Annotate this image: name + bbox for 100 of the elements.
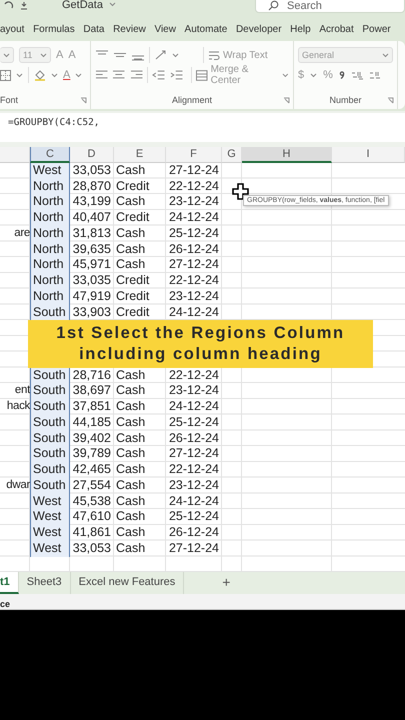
cell: South xyxy=(30,462,70,478)
ribbon-tab[interactable]: Data xyxy=(83,22,104,38)
cell-text: Credit xyxy=(115,210,150,226)
cell-text: Cash xyxy=(115,257,146,273)
cell-text: 22-12-24 xyxy=(168,178,220,194)
ribbon-tab[interactable]: Power xyxy=(362,22,391,38)
caret-icon[interactable] xyxy=(108,2,116,7)
ribbon-tab[interactable]: View xyxy=(154,22,176,38)
ribbon-tab[interactable]: Developer xyxy=(236,22,282,38)
cell-text: Credit xyxy=(115,178,150,194)
cell-text: 33,053 xyxy=(72,162,112,178)
cell: North xyxy=(30,178,70,194)
cell-text: 27-12-24 xyxy=(168,540,220,556)
cell-text: 37,851 xyxy=(72,399,112,415)
cell-text: ent xyxy=(14,383,30,398)
cell-text: 38,697 xyxy=(72,383,112,399)
cell-text: Cash xyxy=(115,368,146,384)
cell-text: hack xyxy=(6,399,30,414)
column-header[interactable]: D xyxy=(70,147,114,163)
cell-text: Cash xyxy=(115,242,146,258)
cell-text: 28,870 xyxy=(72,178,112,194)
merge-icon xyxy=(196,70,208,80)
cell-text: dwar xyxy=(5,478,30,493)
cell-text: 23-12-24 xyxy=(168,194,220,210)
cell-text: Cash xyxy=(115,525,146,541)
cell-text: 24-12-24 xyxy=(168,210,220,226)
column-header[interactable]: I xyxy=(332,147,405,163)
column-header[interactable]: G xyxy=(222,147,242,163)
cell-text: 42,465 xyxy=(72,462,112,478)
cell-text: Cash xyxy=(115,226,146,242)
cell: South xyxy=(30,304,70,320)
cell-text: Cash xyxy=(115,162,146,178)
cell-text: 41,861 xyxy=(72,525,112,541)
cell-text: 27-12-24 xyxy=(168,162,220,178)
cell-text: are xyxy=(13,226,30,241)
cell: West xyxy=(30,509,70,525)
ribbon-tab[interactable]: Help xyxy=(290,22,311,38)
group-label: Alignment xyxy=(172,95,212,105)
cell: South xyxy=(30,414,70,430)
cell-text: Cash xyxy=(115,430,146,446)
cell-text: 39,402 xyxy=(72,430,112,446)
cell-cursor-icon xyxy=(232,183,249,200)
cell-text: 33,903 xyxy=(72,304,112,320)
cell-text: 24-12-24 xyxy=(168,399,220,415)
formula-bar[interactable]: =GROUPBY(C4:C52, xyxy=(0,113,405,142)
caret-icon[interactable] xyxy=(382,52,389,58)
cell-text: 26-12-24 xyxy=(168,430,220,446)
cell: South xyxy=(30,446,70,462)
cell-text: 25-12-24 xyxy=(168,509,220,525)
cell-text: 39,789 xyxy=(72,446,112,462)
column-header[interactable]: H xyxy=(242,147,332,163)
cell: South xyxy=(30,368,70,384)
cell-text: 25-12-24 xyxy=(168,226,220,242)
cell-text: 45,971 xyxy=(72,257,112,273)
caption-text: 1st Select the Regions Column xyxy=(56,322,345,344)
cell-text: 40,407 xyxy=(72,210,112,226)
cell-text: Cash xyxy=(115,494,146,510)
group-label: Number xyxy=(329,95,362,105)
ribbon-tab[interactable]: Acrobat xyxy=(319,22,354,38)
cell-text: 25-12-24 xyxy=(168,414,220,430)
cell: North xyxy=(30,288,70,304)
caret-icon[interactable] xyxy=(3,52,10,58)
cell-text: Cash xyxy=(115,446,146,462)
cell-text: Cash xyxy=(115,462,146,478)
cell-text: Credit xyxy=(115,288,150,304)
sheet-tab[interactable]: t1 xyxy=(0,572,19,594)
cell-text: 22-12-24 xyxy=(168,368,220,384)
column-header[interactable]: C xyxy=(30,147,70,163)
cell-text: 24-12-24 xyxy=(168,304,220,320)
cell: North xyxy=(30,242,70,258)
cell-text: 27-12-24 xyxy=(168,257,220,273)
cell-text: Cash xyxy=(115,540,146,556)
cell: North xyxy=(30,226,70,242)
cell-text: 22-12-24 xyxy=(168,462,220,478)
cell-text: 24-12-24 xyxy=(168,494,220,510)
cell-text: 47,919 xyxy=(72,288,112,304)
cell-text: Cash xyxy=(115,194,146,210)
ribbon-tab[interactable]: Formulas xyxy=(33,22,75,38)
column-header[interactable]: E xyxy=(114,147,166,163)
undo-icon[interactable] xyxy=(2,0,14,10)
cell-text: 27,554 xyxy=(72,478,112,494)
caret-icon[interactable] xyxy=(40,52,47,58)
search-field[interactable]: Search xyxy=(255,0,405,13)
cell-text: 44,185 xyxy=(72,414,112,430)
ribbon-tab[interactable]: Review xyxy=(113,22,146,38)
ribbon-tab[interactable]: ayout xyxy=(0,22,24,38)
cell-text: 45,538 xyxy=(72,494,112,510)
cell-text: 39,635 xyxy=(72,242,112,258)
cell: South xyxy=(30,383,70,399)
add-sheet-button[interactable]: + xyxy=(184,572,230,594)
cell-text: 26-12-24 xyxy=(168,525,220,541)
cell-text: Cash xyxy=(115,399,146,415)
status-text: ce xyxy=(0,599,10,610)
cell-text: Cash xyxy=(115,509,146,525)
column-header[interactable]: F xyxy=(166,147,222,163)
ribbon-tab[interactable]: Automate xyxy=(184,22,228,38)
cell-text: 28,716 xyxy=(72,368,112,384)
cell-text: 33,053 xyxy=(72,540,112,556)
file-name[interactable]: GetData xyxy=(62,0,103,11)
caption-text: including column heading xyxy=(79,344,322,365)
